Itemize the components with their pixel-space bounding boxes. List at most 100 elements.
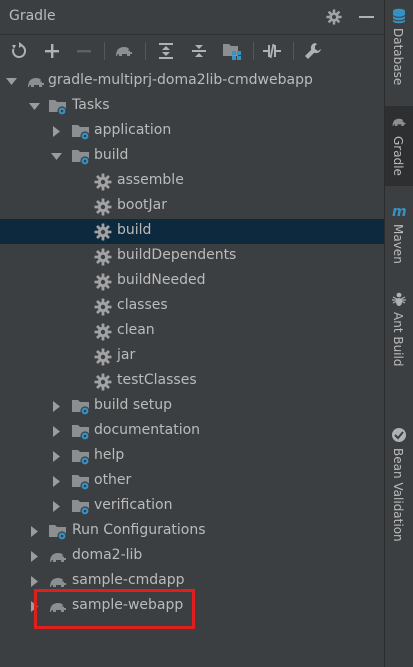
tree-node-label: other (94, 472, 132, 488)
tree-node-label: build setup (94, 397, 173, 413)
remove-icon[interactable] (74, 41, 94, 61)
maven-icon: m (392, 204, 407, 219)
tree-node-other[interactable]: other (0, 469, 384, 494)
sidebar-tab-label: Maven (391, 224, 405, 264)
refresh-icon[interactable] (9, 41, 29, 61)
tree-node-label: bootJar (117, 197, 167, 213)
gradle-icon (391, 114, 407, 130)
task-folder-icon (71, 147, 91, 167)
task-bootjar[interactable]: bootJar (0, 194, 384, 219)
toolbar-separator (145, 42, 146, 60)
task-gear-icon (93, 322, 113, 342)
right-tool-window-bar: Database Gradle m Maven Ant Build Bean V… (384, 0, 413, 667)
expand-arrow-icon[interactable] (51, 401, 62, 412)
sidebar-tab-gradle[interactable]: Gradle (385, 106, 413, 186)
task-folder-icon (71, 497, 91, 517)
tree-node-label: sample-cmdapp (72, 572, 185, 588)
sidebar-tab-bean-validation[interactable]: Bean Validation (385, 424, 413, 544)
tree-node-label: gradle-multiprj-doma2lib-cmdwebapp (48, 72, 313, 88)
sidebar-tab-label: Ant Build (391, 312, 405, 367)
tool-window-header: Gradle (0, 0, 384, 35)
expand-arrow-icon[interactable] (51, 426, 62, 437)
task-jar[interactable]: jar (0, 344, 384, 369)
collapse-arrow-icon[interactable] (6, 76, 17, 87)
task-classes[interactable]: classes (0, 294, 384, 319)
tool-window-title: Gradle (9, 8, 56, 24)
task-folder-icon (71, 397, 91, 417)
task-gear-icon (93, 222, 113, 242)
expand-arrow-icon[interactable] (29, 551, 40, 562)
expand-arrow-icon[interactable] (51, 501, 62, 512)
toolbar-separator (104, 42, 105, 60)
task-gear-icon (93, 372, 113, 392)
toolbar-separator (253, 42, 254, 60)
tree-node-label: application (94, 122, 172, 138)
task-build-selected[interactable]: build (0, 219, 384, 244)
task-folder-icon (71, 122, 91, 142)
tree-node-label: buildNeeded (117, 272, 206, 288)
sidebar-tab-maven[interactable]: m Maven (385, 200, 413, 268)
sidebar-tab-ant-build[interactable]: Ant Build (385, 288, 413, 368)
expand-arrow-icon[interactable] (29, 526, 40, 537)
tree-node-root-project[interactable]: gradle-multiprj-doma2lib-cmdwebapp (0, 69, 384, 94)
expand-arrow-icon[interactable] (51, 126, 62, 137)
tree-node-label: testClasses (117, 372, 197, 388)
task-builddependents[interactable]: buildDependents (0, 244, 384, 269)
expand-arrow-icon[interactable] (29, 576, 40, 587)
tree-node-label: classes (117, 297, 168, 313)
task-buildneeded[interactable]: buildNeeded (0, 269, 384, 294)
svg-text:m: m (392, 204, 407, 219)
collapse-arrow-icon[interactable] (29, 101, 40, 112)
task-gear-icon (93, 172, 113, 192)
add-icon[interactable] (42, 41, 62, 61)
bean-validation-icon (392, 428, 406, 442)
tree-node-label: Tasks (72, 97, 110, 113)
collapse-arrow-icon[interactable] (51, 151, 62, 162)
tree-node-label: buildDependents (117, 247, 237, 263)
group-modules-icon[interactable] (222, 41, 242, 61)
gradle-toolbar (0, 35, 384, 67)
tree-node-build-setup[interactable]: build setup (0, 394, 384, 419)
toggle-offline-icon[interactable] (262, 41, 282, 61)
minimize-icon[interactable] (359, 16, 374, 18)
gradle-elephant-icon (26, 72, 46, 92)
annotation-highlight-box (34, 589, 195, 629)
tree-node-label: jar (117, 347, 136, 363)
run-config-folder-icon (48, 522, 68, 542)
wrench-icon[interactable] (303, 41, 323, 61)
tree-node-label: build (117, 222, 152, 238)
tree-node-label: verification (94, 497, 173, 513)
sidebar-tab-label: Database (391, 28, 405, 86)
collapse-all-icon[interactable] (189, 41, 209, 61)
task-gear-icon (93, 247, 113, 267)
elephant-icon[interactable] (114, 41, 134, 61)
tree-node-label: Run Configurations (72, 522, 206, 538)
task-testclasses[interactable]: testClasses (0, 369, 384, 394)
task-gear-icon (93, 197, 113, 217)
tree-node-documentation[interactable]: documentation (0, 419, 384, 444)
tree-node-label: documentation (94, 422, 201, 438)
tree-node-label: build (94, 147, 129, 163)
task-assemble[interactable]: assemble (0, 169, 384, 194)
tree-node-help[interactable]: help (0, 444, 384, 469)
tree-node-run-configurations[interactable]: Run Configurations (0, 519, 384, 544)
tree-node-tasks[interactable]: Tasks (0, 94, 384, 119)
sidebar-tab-database[interactable]: Database (385, 6, 413, 96)
tree-node-label: assemble (117, 172, 184, 188)
tree-node-build-group[interactable]: build (0, 144, 384, 169)
tree-node-application[interactable]: application (0, 119, 384, 144)
task-folder-icon (48, 97, 68, 117)
sidebar-tab-label: Gradle (391, 136, 405, 176)
task-clean[interactable]: clean (0, 319, 384, 344)
expand-arrow-icon[interactable] (51, 476, 62, 487)
task-gear-icon (93, 297, 113, 317)
expand-all-icon[interactable] (156, 41, 176, 61)
sidebar-tab-label: Bean Validation (391, 448, 405, 542)
toolbar-separator (293, 42, 294, 60)
tree-node-doma2-lib[interactable]: doma2-lib (0, 544, 384, 569)
tree-node-label: help (94, 447, 125, 463)
tree-node-verification[interactable]: verification (0, 494, 384, 519)
expand-arrow-icon[interactable] (51, 451, 62, 462)
task-gear-icon (93, 272, 113, 292)
settings-gear-icon[interactable] (325, 8, 343, 26)
